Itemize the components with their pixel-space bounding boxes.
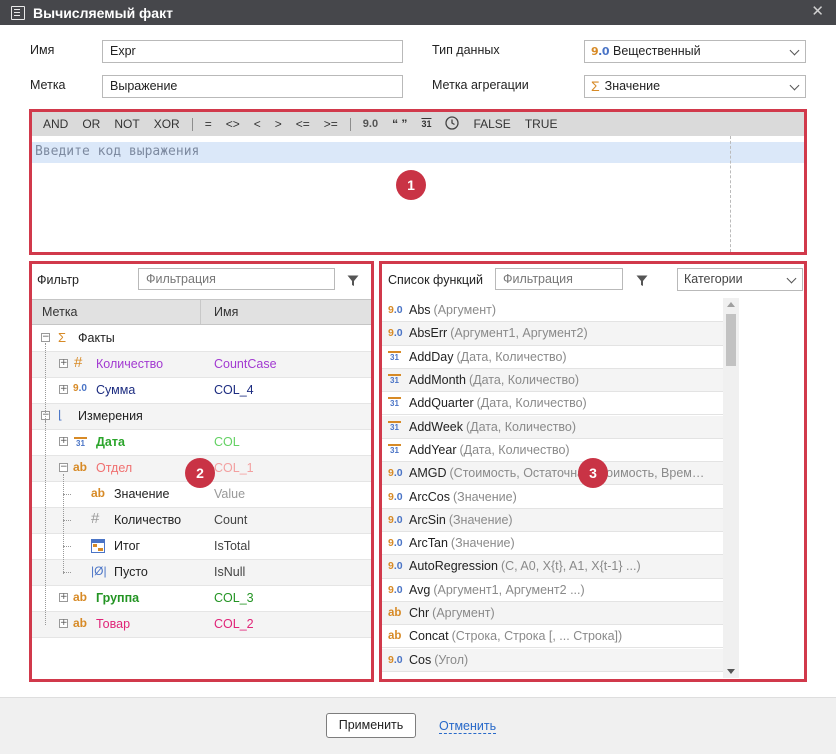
datatype-label: Тип данных (432, 43, 500, 57)
title-bar: Вычисляемый факт ✕ (0, 0, 836, 25)
number-type-icon: 9.0 (591, 45, 609, 58)
chevron-down-icon (789, 80, 800, 91)
label-input[interactable]: Выражение (102, 75, 403, 98)
agg-value: Значение (604, 79, 661, 93)
sigma-icon: Σ (591, 78, 600, 94)
agg-select[interactable]: Σ Значение (584, 75, 806, 98)
label-label: Метка (30, 78, 66, 92)
name-label: Имя (30, 43, 55, 57)
datatype-value: Вещественный (613, 44, 701, 58)
close-icon[interactable]: ✕ (811, 3, 824, 21)
calculator-icon (11, 5, 25, 20)
badge-2: 2 (185, 458, 215, 488)
badge-3: 3 (578, 458, 608, 488)
dialog-footer (0, 697, 836, 754)
badge-1: 1 (396, 170, 426, 200)
cancel-link[interactable]: Отменить (439, 719, 497, 734)
datatype-select[interactable]: 9.0 Вещественный (584, 40, 806, 63)
chevron-down-icon (789, 45, 800, 56)
window-title: Вычисляемый факт (33, 4, 173, 21)
agg-label: Метка агрегации (432, 78, 529, 92)
apply-button[interactable]: Применить (326, 713, 416, 738)
name-input[interactable]: Expr (102, 40, 403, 63)
